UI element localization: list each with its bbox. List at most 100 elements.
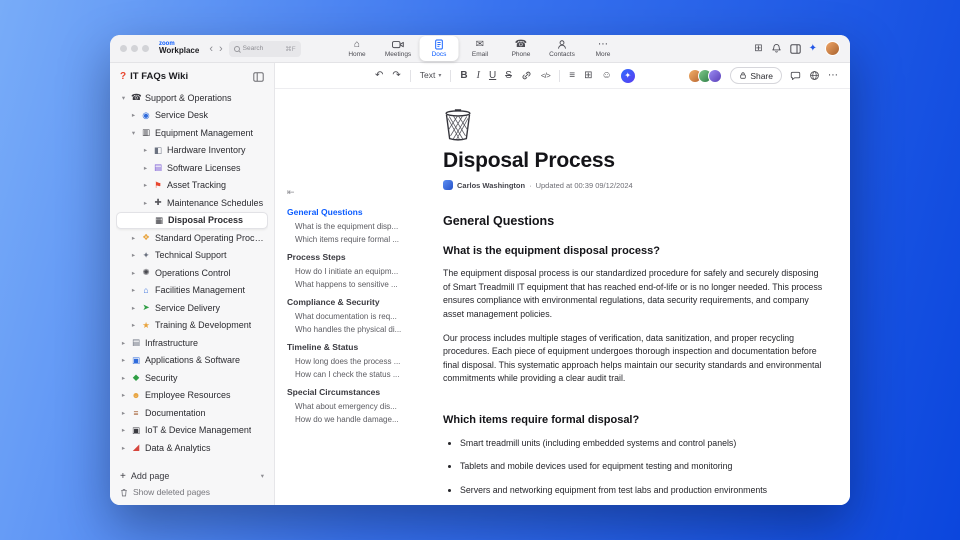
toc-item[interactable]: How long does the process ... <box>287 357 403 366</box>
underline-button[interactable]: U <box>489 70 496 81</box>
sidebar-item-technical-support[interactable]: ✦ Technical Support <box>116 247 268 265</box>
sidebar-item-training-development[interactable]: ★ Training & Development <box>116 317 268 335</box>
bold-button[interactable]: B <box>460 70 467 81</box>
toc-section-compliance-security[interactable]: Compliance & Security <box>287 297 403 307</box>
add-page-button[interactable]: + Add page ▾ <box>116 468 268 484</box>
globe-icon[interactable] <box>809 70 820 81</box>
minimize-window-button[interactable] <box>131 45 138 52</box>
chevron-down-icon[interactable] <box>130 129 137 137</box>
sidebar-item-data-analytics[interactable]: ◢ Data & Analytics <box>116 439 268 457</box>
more-options-button[interactable]: ⋯ <box>828 70 838 81</box>
toc-item[interactable]: Which items require formal ... <box>287 235 403 244</box>
global-search-input[interactable]: Search ⌘F <box>228 40 301 57</box>
emoji-button[interactable]: ☺ <box>601 70 611 81</box>
chevron-right-icon[interactable] <box>130 304 137 312</box>
back-button[interactable]: ‹ <box>209 43 213 55</box>
chevron-right-icon[interactable] <box>120 426 127 434</box>
sidebar-item-disposal-process[interactable]: ▦ Disposal Process <box>116 211 268 229</box>
forward-button[interactable]: › <box>219 43 223 55</box>
sidebar-item-infrastructure[interactable]: ▤ Infrastructure <box>116 334 268 352</box>
undo-button[interactable]: ↶ <box>375 70 383 81</box>
toc-item[interactable]: How can I check the status ... <box>287 370 403 379</box>
tab-phone[interactable]: ☎ Phone <box>502 36 541 61</box>
ai-companion-button[interactable]: ✦ <box>620 68 635 83</box>
sidebar-item-facilities-management[interactable]: ⌂ Facilities Management <box>116 282 268 300</box>
table-button[interactable]: ⊞ <box>584 70 592 81</box>
toc-item[interactable]: How do I initiate an equipm... <box>287 267 403 276</box>
close-window-button[interactable] <box>120 45 127 52</box>
toc-section-timeline-status[interactable]: Timeline & Status <box>287 342 403 352</box>
sidebar-item-support-operations[interactable]: ☎ Support & Operations <box>116 89 268 107</box>
sidebar-item-iot-device-management[interactable]: ▣ IoT & Device Management <box>116 422 268 440</box>
chevron-right-icon[interactable] <box>142 181 149 189</box>
notifications-bell-icon[interactable] <box>771 43 782 54</box>
chevron-right-icon[interactable] <box>142 146 149 154</box>
zoom-window-button[interactable] <box>142 45 149 52</box>
chevron-right-icon[interactable] <box>142 199 149 207</box>
tab-email[interactable]: ✉ Email <box>461 36 500 61</box>
ai-companion-icon[interactable]: ✦ <box>809 43 817 54</box>
show-deleted-pages-button[interactable]: Show deleted pages <box>116 484 268 500</box>
collaborator-avatar[interactable] <box>708 68 723 83</box>
tab-docs[interactable]: Docs <box>419 36 459 61</box>
sidebar-item-service-delivery[interactable]: ➤ Service Delivery <box>116 299 268 317</box>
strikethrough-button[interactable]: S <box>505 70 512 81</box>
chevron-right-icon[interactable] <box>130 234 137 242</box>
window-controls[interactable] <box>120 45 149 52</box>
chevron-right-icon[interactable] <box>130 321 137 329</box>
chevron-right-icon[interactable] <box>130 251 137 259</box>
tab-more[interactable]: ⋯ More <box>584 36 623 61</box>
toc-item[interactable]: What about emergency dis... <box>287 402 403 411</box>
chevron-right-icon[interactable] <box>120 391 127 399</box>
text-style-dropdown[interactable]: Text ▾ <box>420 71 442 80</box>
chevron-right-icon[interactable] <box>120 374 127 382</box>
sidebar-item-operations-control[interactable]: ✺ Operations Control <box>116 264 268 282</box>
toc-item[interactable]: What is the equipment disp... <box>287 222 403 231</box>
toc-item[interactable]: What documentation is req... <box>287 312 403 321</box>
tab-meetings[interactable]: Meetings <box>379 36 418 61</box>
chevron-down-icon[interactable] <box>120 94 127 102</box>
sidebar-item-security[interactable]: ◆ Security <box>116 369 268 387</box>
collaborator-avatars[interactable] <box>688 68 723 83</box>
toc-section-special-circumstances[interactable]: Special Circumstances <box>287 387 403 397</box>
toc-item[interactable]: Who handles the physical di... <box>287 325 403 334</box>
sidebar-item-standard-operating-procedures[interactable]: ❖ Standard Operating Procedures <box>116 229 268 247</box>
toc-section-process-steps[interactable]: Process Steps <box>287 252 403 262</box>
user-avatar[interactable] <box>825 41 840 56</box>
sidebar-item-asset-tracking[interactable]: ⚑ Asset Tracking <box>116 177 268 195</box>
comments-button[interactable] <box>790 70 801 81</box>
sidebar-item-service-desk[interactable]: ◉ Service Desk <box>116 107 268 125</box>
trash-emoji-icon[interactable] <box>443 107 827 141</box>
toc-item[interactable]: How do we handle damage... <box>287 415 403 424</box>
chevron-right-icon[interactable] <box>130 269 137 277</box>
redo-button[interactable]: ↷ <box>392 70 400 81</box>
sidebar-item-equipment-management[interactable]: ▥ Equipment Management <box>116 124 268 142</box>
toc-section-general-questions[interactable]: General Questions <box>287 207 403 217</box>
link-button[interactable] <box>521 70 532 81</box>
sidebar-item-employee-resources[interactable]: ☻ Employee Resources <box>116 387 268 405</box>
tab-contacts[interactable]: Contacts <box>543 36 582 61</box>
chevron-right-icon[interactable] <box>130 111 137 119</box>
collapse-toc-icon[interactable]: ⇤ <box>287 187 403 198</box>
chevron-right-icon[interactable] <box>120 444 127 452</box>
sidebar-item-software-licenses[interactable]: ▤ Software Licenses <box>116 159 268 177</box>
italic-button[interactable]: I <box>477 70 480 81</box>
sidebar-item-hardware-inventory[interactable]: ◧ Hardware Inventory <box>116 142 268 160</box>
chevron-down-icon[interactable]: ▾ <box>261 472 264 480</box>
share-button[interactable]: Share <box>730 67 782 84</box>
list-button[interactable]: ≡ <box>569 70 575 81</box>
chevron-right-icon[interactable] <box>120 356 127 364</box>
sidebar-item-maintenance-schedules[interactable]: ✚ Maintenance Schedules <box>116 194 268 212</box>
collapse-sidebar-icon[interactable] <box>253 71 264 82</box>
toc-item[interactable]: What happens to sensitive ... <box>287 280 403 289</box>
sidebar-item-applications-software[interactable]: ▣ Applications & Software <box>116 352 268 370</box>
apps-grid-icon[interactable]: ⊞ <box>754 43 762 54</box>
code-button[interactable]: </> <box>541 72 551 80</box>
sidebar-item-documentation[interactable]: ≡ Documentation <box>116 404 268 422</box>
chevron-right-icon[interactable] <box>142 164 149 172</box>
panel-toggle-icon[interactable] <box>789 43 801 54</box>
chevron-right-icon[interactable] <box>120 339 127 347</box>
chevron-right-icon[interactable] <box>130 286 137 294</box>
tab-home[interactable]: ⌂ Home <box>338 36 377 61</box>
chevron-right-icon[interactable] <box>120 409 127 417</box>
